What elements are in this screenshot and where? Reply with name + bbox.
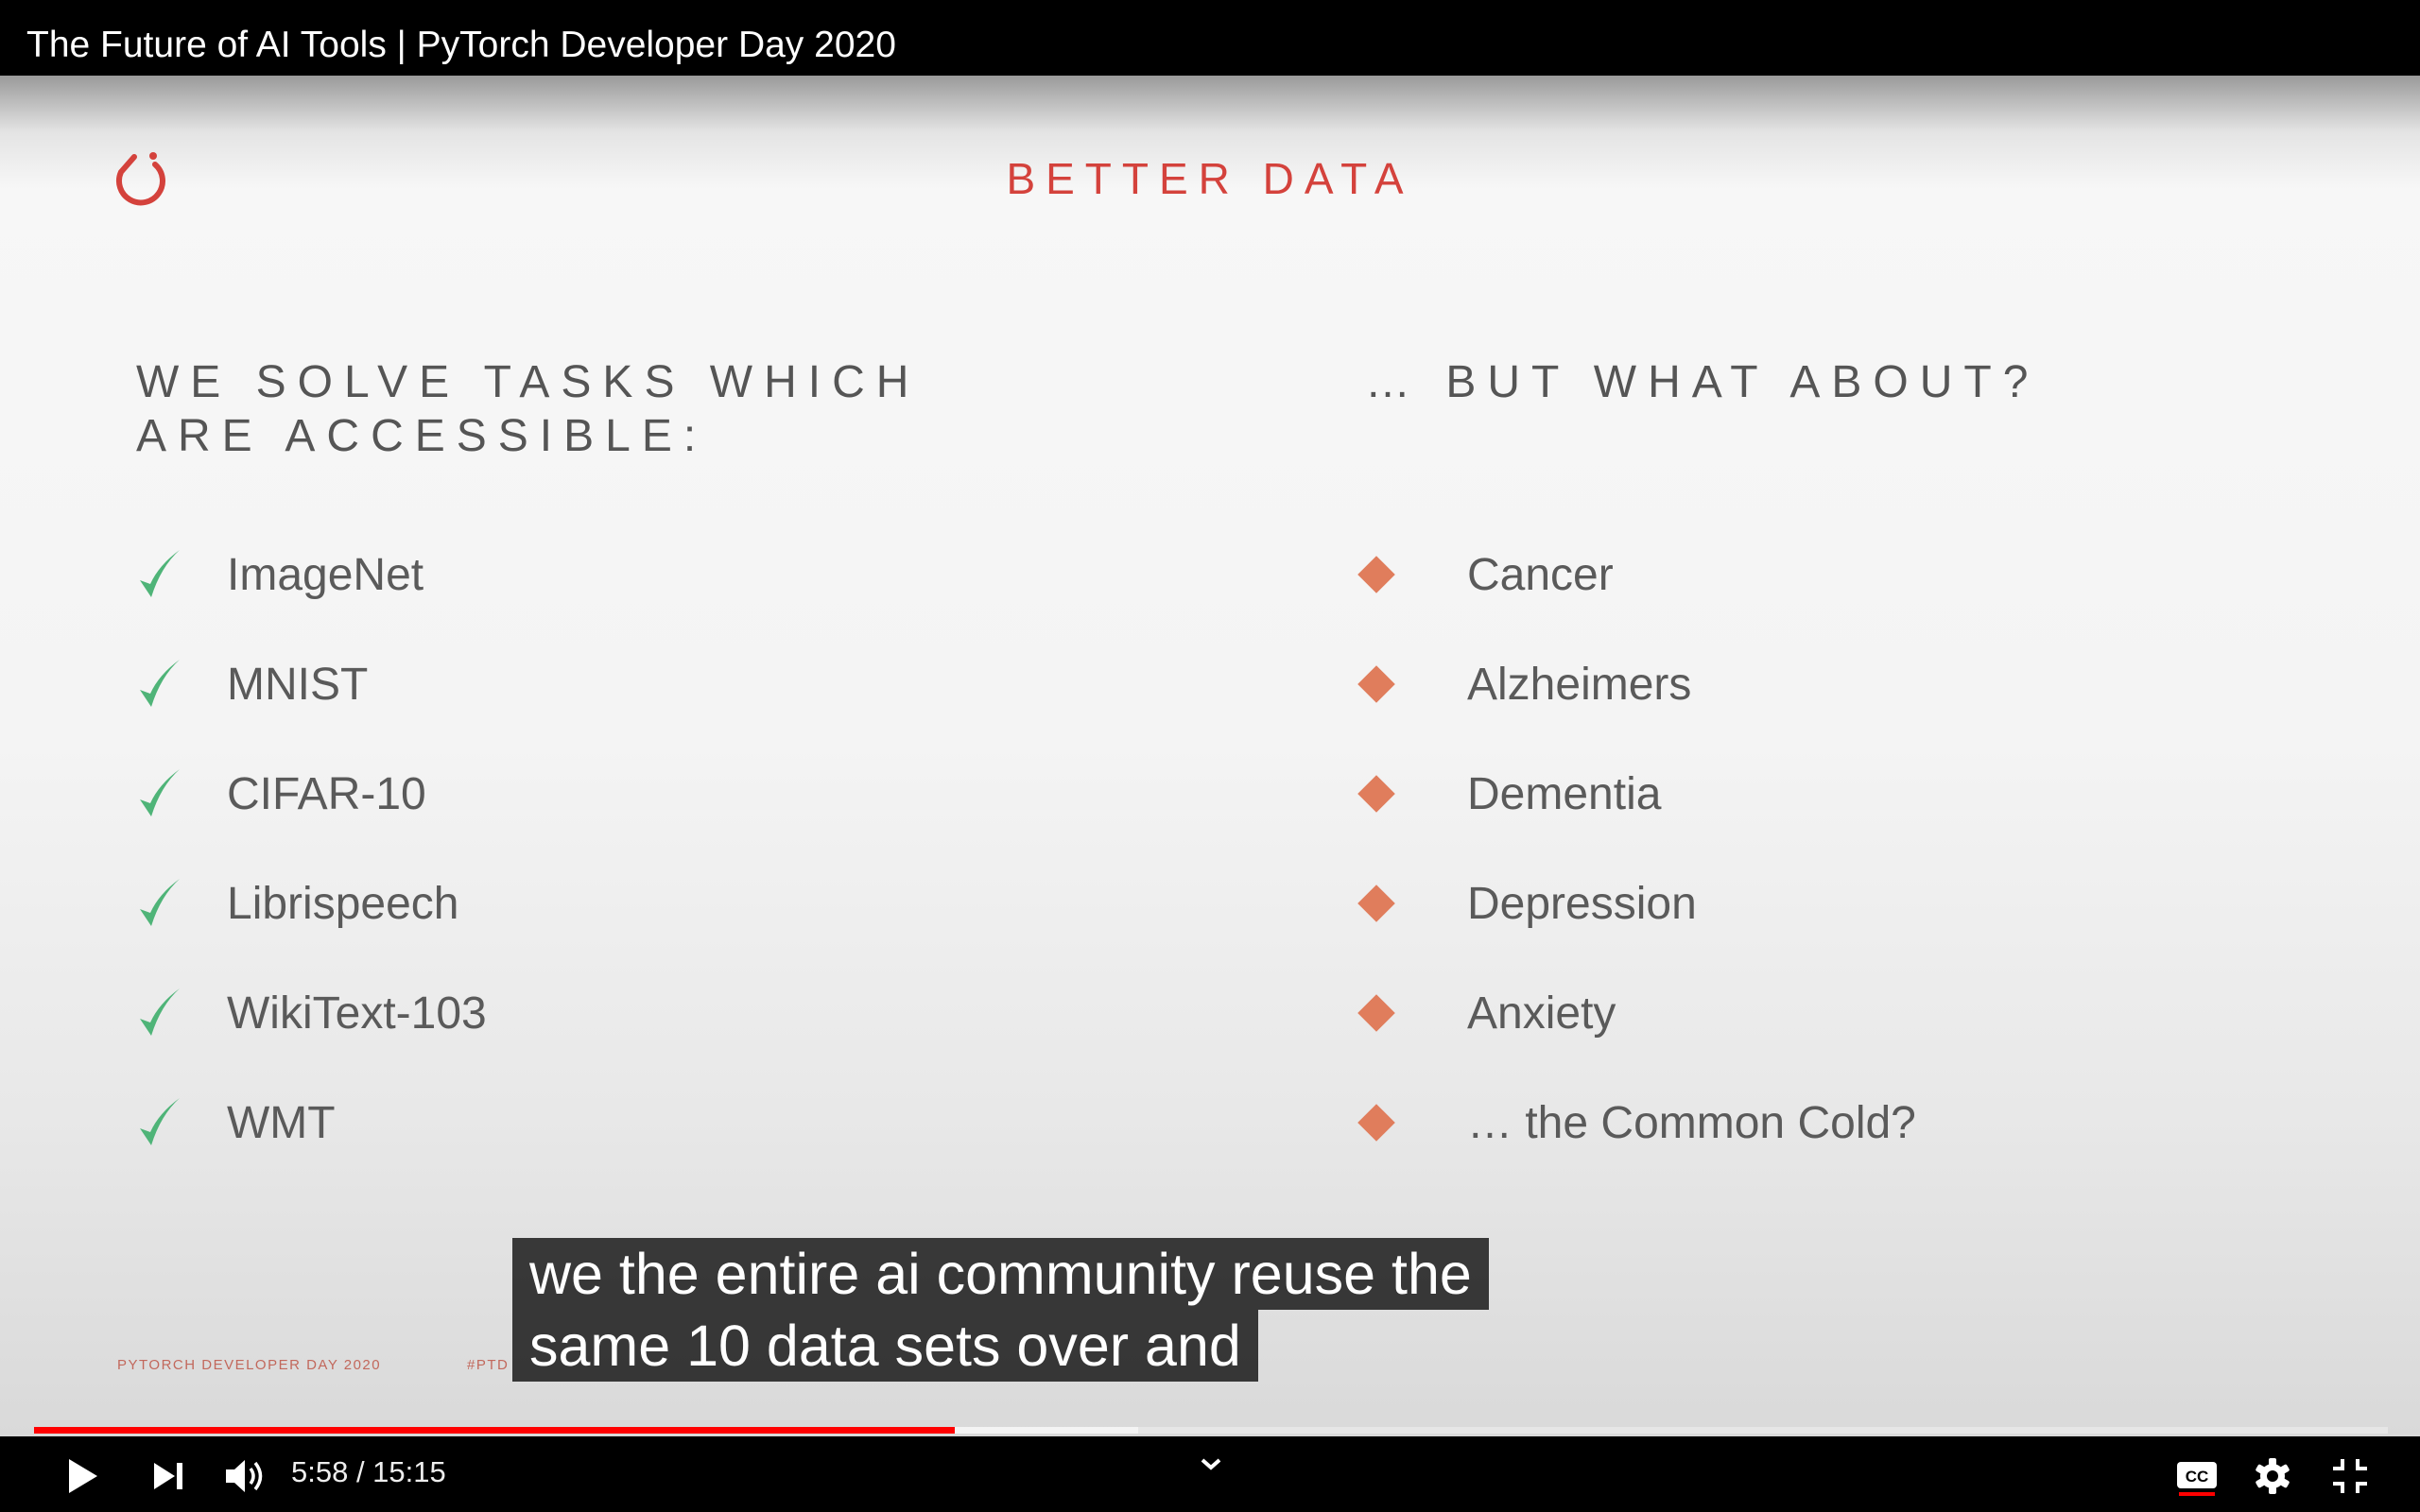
slide-title: BETTER DATA xyxy=(1006,154,1414,203)
list-item: Dementia xyxy=(1352,739,1916,849)
list-item: Alzheimers xyxy=(1352,629,1916,739)
diamond-bullet-icon xyxy=(1357,775,1395,813)
exit-fullscreen-button[interactable] xyxy=(2327,1455,2373,1497)
video-title[interactable]: The Future of AI Tools | PyTorch Develop… xyxy=(26,25,896,66)
problem-name: Anxiety xyxy=(1467,988,1616,1039)
diamond-bullet-icon xyxy=(1357,665,1395,703)
player-controls: 5:58 / 15:15 CC xyxy=(0,1436,2420,1512)
left-heading-line1: WE SOLVE TASKS WHICH xyxy=(136,357,921,407)
checkmark-icon xyxy=(140,550,180,597)
list-item: CIFAR-10 xyxy=(136,739,487,849)
checkmark-icon xyxy=(140,1098,180,1145)
right-column-heading: … BUT WHAT ABOUT? xyxy=(1365,357,2040,407)
list-item: Cancer xyxy=(1352,520,1916,629)
list-item: ImageNet xyxy=(136,520,487,629)
problem-name: Cancer xyxy=(1467,549,1614,600)
list-item: WikiText-103 xyxy=(136,958,487,1068)
captions-button[interactable]: CC xyxy=(2174,1455,2220,1499)
list-item: Depression xyxy=(1352,849,1916,958)
checkmark-icon xyxy=(140,660,180,707)
slide-footer-hashtag: #PTD xyxy=(467,1357,510,1373)
slide-footer: PYTORCH DEVELOPER DAY 2020 xyxy=(117,1357,382,1373)
diamond-bullet-icon xyxy=(1357,556,1395,593)
progress-played xyxy=(34,1427,955,1434)
play-icon xyxy=(69,1459,97,1493)
caption-line-2: same 10 data sets over and xyxy=(512,1310,1258,1382)
problem-name: Depression xyxy=(1467,878,1697,929)
settings-button[interactable] xyxy=(2250,1453,2295,1499)
left-column-heading: WE SOLVE TASKS WHICH ARE ACCESSIBLE: xyxy=(136,355,920,463)
checkmark-icon xyxy=(140,769,180,816)
chevron-down-icon xyxy=(1201,1458,1221,1470)
video-frame[interactable]: BETTER DATA WE SOLVE TASKS WHICH ARE ACC… xyxy=(0,76,2420,1436)
diamond-bullet-icon xyxy=(1357,885,1395,922)
list-item: Anxiety xyxy=(1352,958,1916,1068)
dataset-name: ImageNet xyxy=(227,549,424,600)
settings-icon xyxy=(2256,1458,2290,1494)
list-item: MNIST xyxy=(136,629,487,739)
problem-name: Alzheimers xyxy=(1467,659,1692,710)
video-title-bar: The Future of AI Tools | PyTorch Develop… xyxy=(0,0,2420,76)
dataset-name: CIFAR-10 xyxy=(227,768,426,819)
next-icon xyxy=(154,1463,182,1489)
volume-icon xyxy=(226,1460,263,1492)
time-display: 5:58 / 15:15 xyxy=(291,1455,446,1488)
diamond-bullet-icon xyxy=(1357,1104,1395,1142)
list-item: … the Common Cold? xyxy=(1352,1068,1916,1177)
dataset-name: Librispeech xyxy=(227,878,459,929)
closed-captions: we the entire ai community reuse the sam… xyxy=(512,1238,1489,1382)
next-button[interactable] xyxy=(147,1457,189,1495)
list-item: Librispeech xyxy=(136,849,487,958)
problem-name: Dementia xyxy=(1467,768,1662,819)
dataset-name: WikiText-103 xyxy=(227,988,487,1039)
checkmark-icon xyxy=(140,988,180,1036)
dataset-name: MNIST xyxy=(227,659,369,710)
left-heading-line2: ARE ACCESSIBLE: xyxy=(136,411,708,461)
checkmark-icon xyxy=(140,879,180,926)
mute-button[interactable] xyxy=(221,1455,270,1497)
accessible-datasets-list: ImageNet MNIST CIFAR-10 Librispeech Wiki… xyxy=(136,520,487,1177)
progress-bar[interactable] xyxy=(34,1427,2388,1434)
more-options-button[interactable] xyxy=(1199,1455,1223,1477)
problem-name: … the Common Cold? xyxy=(1467,1097,1916,1148)
svg-text:CC: CC xyxy=(2186,1468,2209,1486)
open-problems-list: Cancer Alzheimers Dementia Depression An… xyxy=(1352,520,1916,1177)
diamond-bullet-icon xyxy=(1357,994,1395,1032)
play-button[interactable] xyxy=(60,1455,106,1497)
list-item: WMT xyxy=(136,1068,487,1177)
caption-line-1: we the entire ai community reuse the xyxy=(512,1238,1489,1310)
dataset-name: WMT xyxy=(227,1097,336,1148)
captions-icon: CC xyxy=(2177,1462,2217,1496)
exit-fullscreen-icon xyxy=(2333,1459,2367,1493)
